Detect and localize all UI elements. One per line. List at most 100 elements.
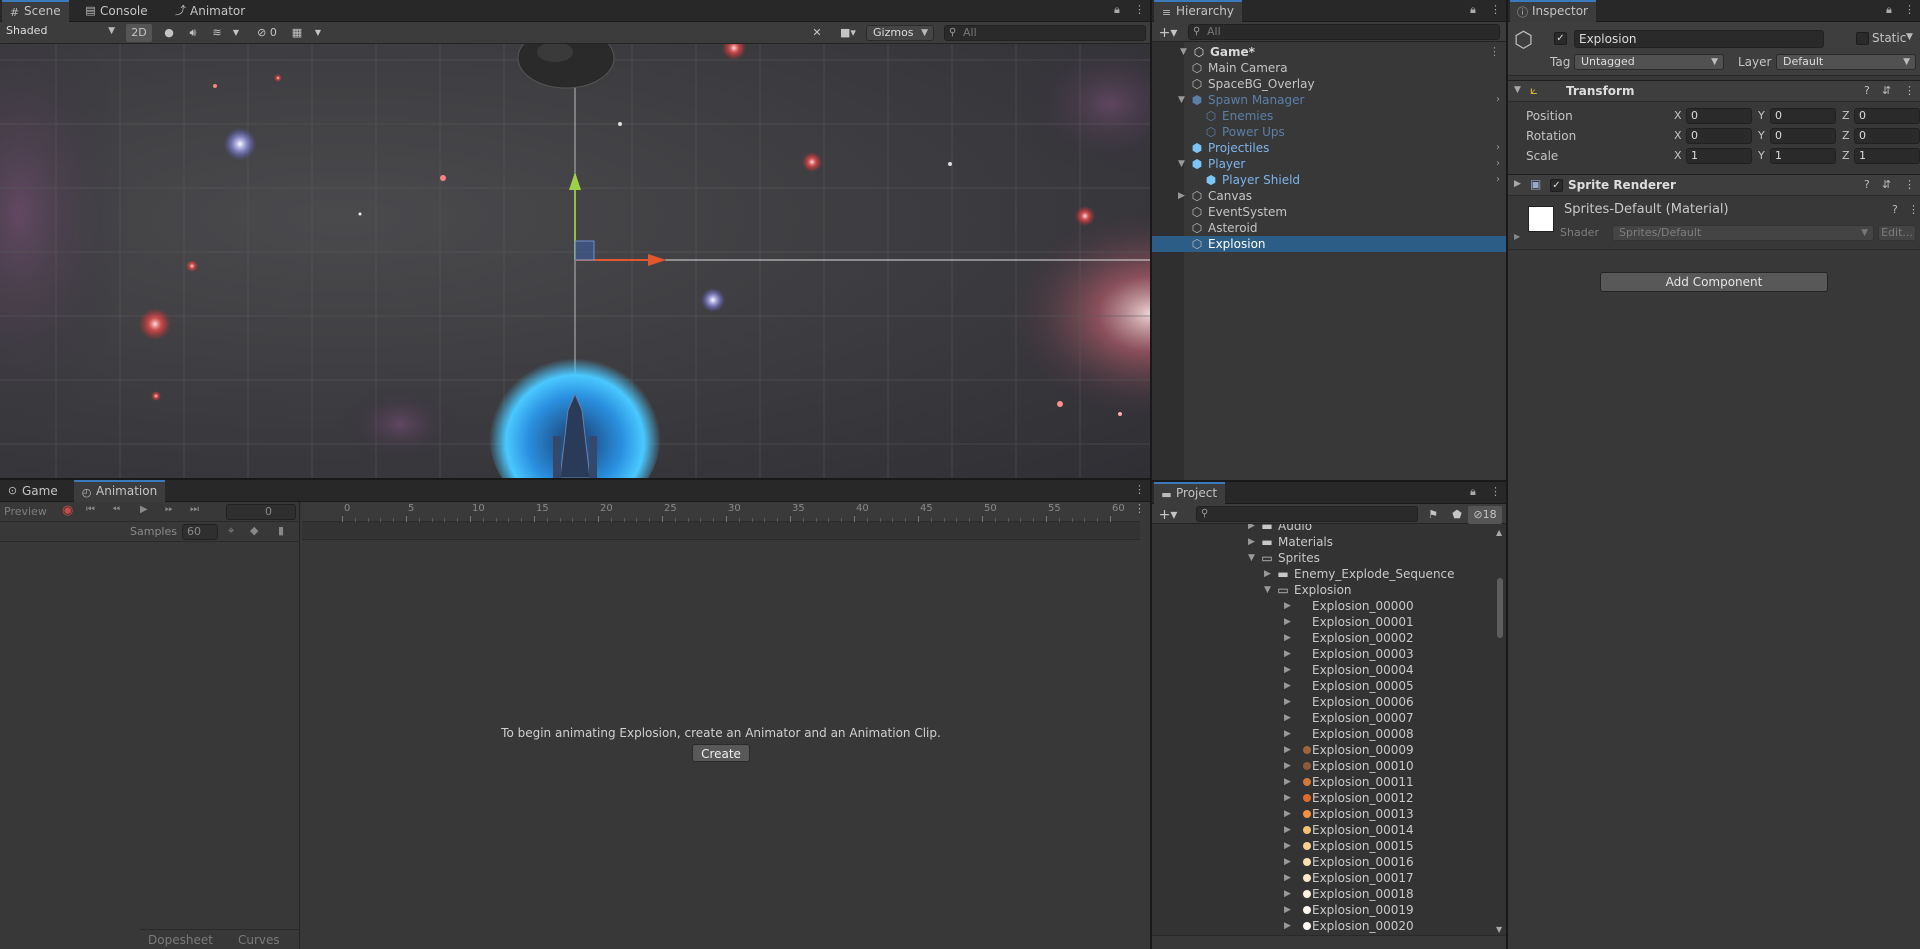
kebab-menu-icon[interactable]: ⋮ — [1489, 44, 1500, 60]
presets-icon[interactable]: ⇵ — [1882, 178, 1891, 191]
project-sprite-item[interactable]: ▶ Explosion_00007 — [1152, 710, 1494, 726]
transform-x-field[interactable]: 0 — [1686, 108, 1752, 124]
tab-curves[interactable]: Curves — [238, 933, 280, 947]
presets-icon[interactable]: ⇵ — [1882, 84, 1891, 97]
hierarchy-search-input[interactable]: ⚲ All — [1188, 24, 1500, 40]
hierarchy-item[interactable]: ⬡ Power Ups — [1152, 124, 1506, 140]
tab-project[interactable]: ▬ Project — [1154, 482, 1226, 504]
add-keyframe-icon[interactable]: ⌖ — [228, 524, 234, 538]
effects-dropdown-icon[interactable]: ▼ — [230, 24, 242, 42]
fold-closed-icon[interactable]: ▶ — [1284, 614, 1291, 630]
sprite-renderer-header[interactable]: ▶ ▣ ✓ Sprite Renderer ? ⇵ ⋮ — [1508, 174, 1920, 196]
fold-open-icon[interactable]: ▼ — [1178, 92, 1185, 108]
create-asset-button[interactable]: +▾ — [1156, 506, 1180, 524]
add-object-button[interactable]: +▾ — [1156, 24, 1180, 42]
tag-dropdown[interactable]: Untagged ▼ — [1574, 54, 1724, 70]
hidden-objects-icon[interactable]: ⊘ 0 — [250, 24, 284, 42]
axis-label[interactable]: Y — [1758, 109, 1765, 122]
fold-closed-icon[interactable]: ▶ — [1284, 838, 1291, 854]
hierarchy-item[interactable]: ▼ ⬡ Game* ⋮ — [1152, 44, 1506, 60]
project-search-input[interactable]: ⚲ — [1196, 506, 1418, 522]
project-sprite-item[interactable]: ▶ Explosion_00015 — [1152, 838, 1494, 854]
sprite-renderer-enabled-checkbox[interactable]: ✓ — [1550, 179, 1563, 192]
fold-closed-icon[interactable]: ▶ — [1284, 806, 1291, 822]
fold-closed-icon[interactable]: ▶ — [1284, 902, 1291, 918]
first-key-icon[interactable]: ⏮ — [86, 504, 95, 515]
transform-x-field[interactable]: 1 — [1686, 148, 1752, 164]
axis-label[interactable]: Z — [1842, 109, 1850, 122]
project-sprite-item[interactable]: ▶ Explosion_00005 — [1152, 678, 1494, 694]
create-button[interactable]: Create — [692, 744, 750, 762]
kebab-menu-icon[interactable]: ⋮ — [1134, 483, 1145, 496]
help-icon[interactable]: ? — [1864, 84, 1870, 97]
camera-icon[interactable]: ■▾ — [834, 24, 862, 42]
fold-closed-icon[interactable]: ▶ — [1284, 854, 1291, 870]
filter-label-icon[interactable]: ⬟ — [1448, 506, 1466, 524]
project-sprite-item[interactable]: ▶ Explosion_00012 — [1152, 790, 1494, 806]
project-sprite-item[interactable]: ▶ Explosion_00016 — [1152, 854, 1494, 870]
transform-x-field[interactable]: 0 — [1686, 128, 1752, 144]
samples-field[interactable]: 60 — [182, 524, 218, 540]
project-sprite-item[interactable]: ▶ Explosion_00011 — [1152, 774, 1494, 790]
fold-closed-icon[interactable]: ▶ — [1284, 678, 1291, 694]
axis-label[interactable]: X — [1674, 149, 1682, 162]
axis-label[interactable]: Z — [1842, 129, 1850, 142]
fold-closed-icon[interactable]: ▶ — [1284, 870, 1291, 886]
grid-dropdown-icon[interactable]: ▼ — [312, 24, 324, 42]
hierarchy-item[interactable]: ⬡ Main Camera — [1152, 60, 1506, 76]
hierarchy-item[interactable]: ⬡ Asteroid — [1152, 220, 1506, 236]
project-sprite-item[interactable]: ▶ Explosion_00009 — [1152, 742, 1494, 758]
component-menu-icon[interactable]: ⋮ — [1904, 178, 1915, 191]
project-sprite-item[interactable]: ▶ Explosion_00008 — [1152, 726, 1494, 742]
transform-header[interactable]: ▼ ⟀ Transform ? ⇵ ⋮ — [1508, 80, 1920, 102]
chevron-right-icon[interactable]: › — [1496, 92, 1500, 108]
add-event-icon[interactable]: ▮ — [278, 524, 284, 537]
static-label[interactable]: Static — [1872, 31, 1906, 45]
transform-y-field[interactable]: 0 — [1770, 128, 1836, 144]
tab-game[interactable]: ⊙ Game — [0, 480, 66, 502]
chevron-right-icon[interactable]: › — [1496, 156, 1500, 172]
active-checkbox[interactable]: ✓ — [1554, 32, 1567, 45]
chevron-down-icon[interactable]: ▼ — [1906, 32, 1913, 42]
transform-z-field[interactable]: 0 — [1854, 108, 1920, 124]
component-menu-icon[interactable]: ⋮ — [1908, 203, 1919, 216]
lighting-icon[interactable]: ● — [160, 24, 178, 42]
project-folder[interactable]: ▶ ▬ Audio — [1152, 524, 1494, 534]
scrollbar-thumb[interactable] — [1497, 578, 1503, 638]
next-key-icon[interactable]: ⏩︎ — [165, 504, 173, 515]
fold-closed-icon[interactable]: ▶ — [1284, 822, 1291, 838]
fold-open-icon[interactable]: ▼ — [1180, 44, 1187, 60]
fold-closed-icon[interactable]: ▶ — [1284, 918, 1291, 934]
chevron-right-icon[interactable]: › — [1496, 172, 1500, 188]
project-sprite-item[interactable]: ▶ Explosion_00014 — [1152, 822, 1494, 838]
fold-closed-icon[interactable]: ▶ — [1284, 790, 1291, 806]
record-icon[interactable]: ◉ — [62, 503, 73, 518]
scroll-down-icon[interactable]: ▼ — [1496, 925, 1502, 934]
fold-closed-icon[interactable]: ▶ — [1284, 646, 1291, 662]
axis-label[interactable]: X — [1674, 109, 1682, 122]
kebab-menu-icon[interactable]: ⋮ — [1134, 502, 1145, 515]
project-sprite-item[interactable]: ▶ Explosion_00001 — [1152, 614, 1494, 630]
hierarchy-item[interactable]: ⬡ EventSystem — [1152, 204, 1506, 220]
add-key-icon[interactable]: ◆ — [250, 524, 258, 537]
fold-closed-icon[interactable]: ▶ — [1514, 179, 1521, 189]
component-menu-icon[interactable]: ⋮ — [1904, 84, 1915, 97]
project-sprite-item[interactable]: ▶ Explosion_00010 — [1152, 758, 1494, 774]
grid-snap-icon[interactable]: ▦ — [288, 24, 306, 42]
project-sprite-item[interactable]: ▶ Explosion_00018 — [1152, 886, 1494, 902]
project-sprite-item[interactable]: ▶ Explosion_00017 — [1152, 870, 1494, 886]
hierarchy-item[interactable]: ⬡ Enemies — [1152, 108, 1506, 124]
audio-icon[interactable]: 🔊︎ — [184, 24, 202, 42]
transform-y-field[interactable]: 0 — [1770, 108, 1836, 124]
fold-closed-icon[interactable]: ▶ — [1514, 232, 1520, 241]
hierarchy-item[interactable]: ▼ ⬢ Player › — [1152, 156, 1506, 172]
shader-dropdown[interactable]: Sprites/Default ▼ — [1612, 225, 1874, 241]
lock-icon[interactable]: 🔒︎ — [1470, 485, 1476, 499]
kebab-menu-icon[interactable]: ⋮ — [1490, 485, 1501, 498]
tab-console[interactable]: ▤ Console — [78, 0, 156, 22]
hierarchy-item[interactable]: ▶ ⬡ Canvas — [1152, 188, 1506, 204]
effects-icon[interactable]: ≋ — [208, 24, 226, 42]
hierarchy-item[interactable]: ▼ ⬢ Spawn Manager › — [1152, 92, 1506, 108]
project-sprite-item[interactable]: ▶ Explosion_00020 — [1152, 918, 1494, 934]
tab-inspector[interactable]: ⓘ Inspector — [1510, 0, 1596, 22]
